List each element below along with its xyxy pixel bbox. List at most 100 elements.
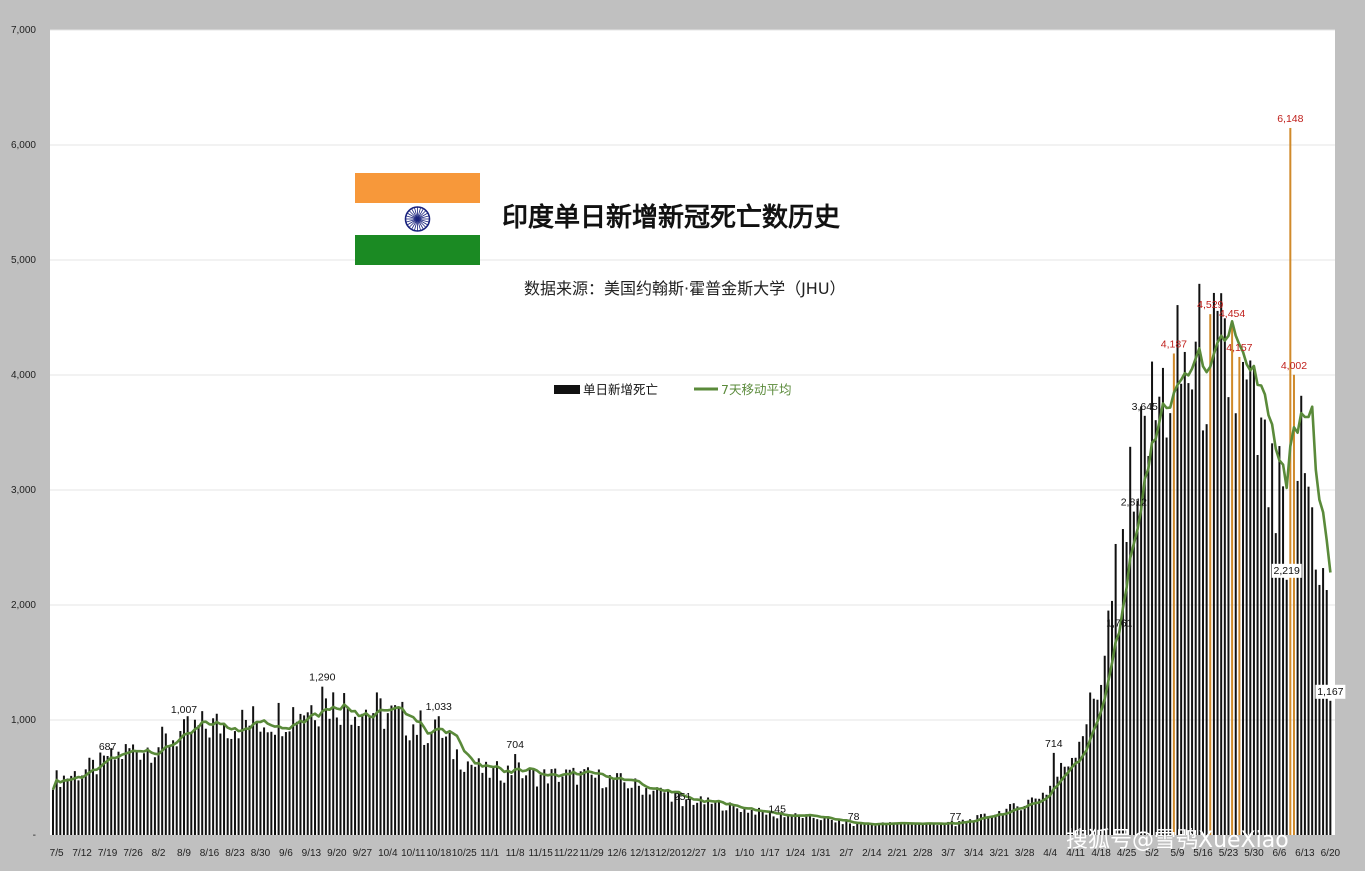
daily-death-bar <box>128 748 131 835</box>
daily-death-bar <box>1242 361 1245 835</box>
daily-death-bar <box>470 764 473 835</box>
daily-death-bar <box>1267 507 1270 835</box>
daily-death-bar <box>637 785 640 835</box>
daily-death-bar <box>1169 413 1172 835</box>
daily-death-bar <box>874 825 877 835</box>
data-label: 4,002 <box>1281 360 1307 372</box>
daily-death-bar <box>561 776 564 835</box>
daily-death-bar <box>754 814 757 835</box>
x-tick-label: 9/27 <box>353 848 373 859</box>
daily-death-bar <box>1329 700 1332 835</box>
daily-death-bar <box>601 788 604 835</box>
daily-death-bar <box>295 721 298 835</box>
x-tick-label: 10/4 <box>378 848 398 859</box>
daily-death-bar <box>1140 406 1143 835</box>
daily-death-bar <box>124 744 127 835</box>
daily-death-bar <box>725 810 728 835</box>
data-label: 4,454 <box>1219 308 1245 320</box>
data-label: 687 <box>99 741 117 753</box>
daily-death-bar <box>717 801 720 835</box>
daily-death-bar <box>70 775 73 835</box>
daily-death-bar <box>1154 420 1157 835</box>
daily-death-bar <box>1078 741 1081 835</box>
daily-death-bar <box>1307 486 1310 835</box>
daily-death-bar <box>652 790 655 835</box>
daily-death-bar <box>630 787 633 835</box>
daily-death-bar <box>51 789 55 835</box>
daily-death-bar <box>779 813 782 835</box>
daily-death-bar <box>1198 283 1201 835</box>
daily-death-bar <box>153 757 156 835</box>
daily-death-bar <box>892 823 895 835</box>
daily-death-bar <box>1060 762 1063 835</box>
daily-death-bar <box>1107 610 1110 835</box>
daily-death-bar <box>179 731 182 835</box>
data-label: 4,187 <box>1161 338 1187 350</box>
data-label: 704 <box>506 739 524 751</box>
daily-death-bar <box>626 788 629 835</box>
daily-death-bar <box>1045 794 1048 835</box>
x-tick-label: 2/21 <box>888 848 908 859</box>
daily-death-bar <box>579 771 582 835</box>
daily-death-bar <box>1285 579 1288 835</box>
daily-death-bar <box>193 719 196 835</box>
daily-death-bar <box>743 808 746 835</box>
daily-death-bar <box>667 791 670 835</box>
daily-death-bar <box>121 759 124 835</box>
x-tick-label: 7/19 <box>98 848 118 859</box>
daily-death-bar <box>1314 569 1317 835</box>
daily-death-bar <box>612 779 615 835</box>
daily-death-bar <box>801 817 804 835</box>
x-tick-label: 1/24 <box>786 848 806 859</box>
daily-death-bar <box>73 771 76 835</box>
y-tick-label: 7,000 <box>11 25 36 36</box>
daily-death-bar <box>379 698 382 835</box>
daily-death-bar <box>808 814 811 835</box>
x-tick-label: 7/26 <box>123 848 143 859</box>
x-tick-label: 1/3 <box>712 848 726 859</box>
daily-death-bar <box>761 811 764 835</box>
daily-death-bar <box>1234 413 1237 835</box>
daily-death-bar <box>1074 757 1077 835</box>
data-label: 251 <box>674 791 692 803</box>
daily-death-bar <box>481 772 484 835</box>
daily-death-bar <box>95 774 98 835</box>
daily-death-bar <box>350 724 353 835</box>
daily-death-bar <box>215 713 218 835</box>
daily-death-bar <box>921 823 924 835</box>
daily-death-bar <box>1216 310 1219 835</box>
daily-death-bar <box>324 698 327 835</box>
data-label: 1,167 <box>1317 686 1343 698</box>
chart-title: 印度单日新增新冠死亡数历史 <box>502 202 841 233</box>
daily-death-bar <box>110 748 113 835</box>
daily-death-bar <box>899 823 902 835</box>
daily-death-bar <box>848 823 851 835</box>
daily-death-bar <box>696 802 699 835</box>
daily-death-bar <box>1252 366 1255 835</box>
daily-death-bar <box>834 822 837 835</box>
daily-death-bar <box>539 774 542 835</box>
daily-death-bar <box>223 723 226 835</box>
daily-death-bar <box>787 814 790 835</box>
watermark: 搜狐号@雪鸮XueXiao <box>1066 828 1289 853</box>
daily-death-bar <box>910 824 913 835</box>
daily-death-bar <box>357 726 360 835</box>
x-tick-label: 1/31 <box>811 848 831 859</box>
x-tick-label: 8/2 <box>152 848 166 859</box>
daily-death-bar <box>241 709 244 835</box>
data-label: 78 <box>848 811 860 823</box>
daily-death-bar <box>139 759 142 835</box>
daily-death-bar <box>477 758 480 835</box>
daily-death-bar <box>437 716 440 835</box>
x-tick-label: 2/28 <box>913 848 933 859</box>
chart-subtitle: 数据来源：美国约翰斯·霍普金斯大学（JHU） <box>524 279 846 298</box>
daily-death-bar <box>230 738 233 835</box>
x-tick-label: 4/4 <box>1043 848 1057 859</box>
daily-death-bar <box>1067 766 1070 835</box>
daily-death-bar <box>1282 486 1285 835</box>
daily-death-bar <box>1303 473 1306 835</box>
daily-death-bar <box>263 727 266 835</box>
daily-death-bar <box>237 738 240 835</box>
daily-death-bar <box>976 815 979 835</box>
daily-death-bar <box>233 731 236 835</box>
